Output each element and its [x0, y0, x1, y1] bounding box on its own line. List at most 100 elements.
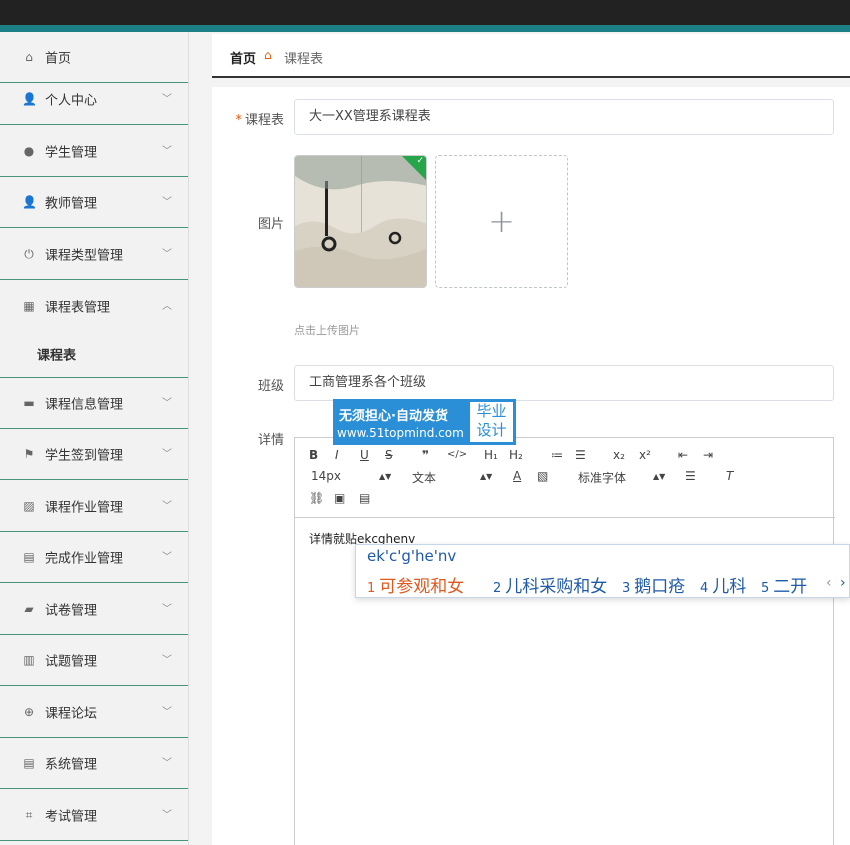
- course-label: * 课程表: [235, 113, 284, 128]
- document-icon: ▤: [23, 756, 35, 770]
- sidebar-item-student-management[interactable]: ● 学生管理 ﹀: [0, 126, 188, 177]
- sidebar-item-attendance-management[interactable]: ⚑ 学生签到管理 ﹀: [0, 429, 188, 480]
- sidebar-item-course-forum[interactable]: ⊕ 课程论坛 ﹀: [0, 687, 188, 738]
- sidebar-item-label: 课程类型管理: [45, 248, 124, 264]
- grid-icon: ▦: [23, 298, 35, 313]
- ime-candidate[interactable]: 3 鹅口疮: [622, 572, 685, 597]
- ime-candidate[interactable]: 2 儿科采购和女: [493, 572, 607, 597]
- link-icon[interactable]: ⛓: [309, 491, 324, 505]
- sidebar-item-schedule-management[interactable]: ▦ 课程表管理 ︿: [0, 280, 188, 331]
- plus-icon: +: [488, 201, 515, 240]
- rich-text-editor[interactable]: B I U S ❞ </> H₁ H₂ ≔ ☰ x₂ x² ⇤ ⇥ 14px ▲…: [294, 437, 835, 845]
- chevron-down-icon: ﹀: [162, 449, 172, 460]
- image-icon[interactable]: ▣: [334, 491, 345, 505]
- font-color-icon[interactable]: A: [513, 469, 521, 483]
- sidebar-subitem-schedule[interactable]: 课程表: [0, 330, 188, 378]
- breadcrumb-current: 课程表: [284, 52, 324, 67]
- sidebar-item-system-management[interactable]: ▤ 系统管理 ﹀: [0, 738, 188, 789]
- chevron-down-icon: ﹀: [162, 552, 172, 563]
- home-icon: ⌂: [25, 50, 33, 64]
- italic-button[interactable]: I: [335, 448, 339, 462]
- ime-candidate[interactable]: 1 可参观和女: [367, 572, 464, 597]
- chevron-down-icon: ﹀: [162, 758, 172, 769]
- heading1-button[interactable]: H₁: [484, 448, 498, 462]
- text-type-select[interactable]: 文本: [412, 469, 436, 486]
- image-upload-button[interactable]: +: [435, 155, 568, 288]
- chart-icon: ▨: [23, 499, 35, 513]
- heading2-button[interactable]: H₂: [509, 448, 523, 462]
- chevron-down-icon: ﹀: [162, 604, 172, 615]
- sidebar: ⌂ 首页 👤 个人中心 ﹀ ● 学生管理 ﹀ 👤 教师管理 ﹀ ⏻ 课程类型管理…: [0, 32, 189, 845]
- promo-badge: 毕业 设计: [470, 402, 513, 442]
- upload-hint: 点击上传图片: [294, 324, 360, 337]
- chevron-down-icon: ﹀: [162, 707, 172, 718]
- updown-caret-icon: ▲▼: [653, 472, 666, 481]
- sidebar-item-teacher-management[interactable]: 👤 教师管理 ﹀: [0, 177, 188, 228]
- editor-toolbar: B I U S ❞ </> H₁ H₂ ≔ ☰ x₂ x² ⇤ ⇥ 14px ▲…: [295, 438, 835, 518]
- background-color-icon[interactable]: ▧: [537, 469, 548, 483]
- teacher-icon: 👤: [22, 195, 37, 209]
- ime-next-icon[interactable]: ›: [840, 575, 846, 591]
- sidebar-subitem-label: 课程表: [37, 348, 77, 363]
- sidebar-item-exam-management[interactable]: ⌗ 考试管理 ﹀: [0, 790, 188, 841]
- uploaded-image-thumbnail[interactable]: ✓: [294, 155, 427, 288]
- sidebar-item-label: 课程论坛: [45, 706, 98, 722]
- breadcrumb-home[interactable]: 首页: [230, 48, 256, 67]
- chevron-down-icon: ﹀: [162, 249, 172, 260]
- sidebar-item-label: 教师管理: [45, 196, 98, 212]
- detail-label: 详情: [257, 433, 284, 448]
- chevron-up-icon: ︿: [162, 300, 172, 312]
- ime-candidate[interactable]: 4 儿科: [700, 572, 746, 597]
- sidebar-item-label: 试卷管理: [45, 603, 98, 619]
- blockquote-button[interactable]: ❞: [422, 448, 429, 462]
- chevron-down-icon: ﹀: [162, 501, 172, 512]
- sidebar-item-completed-homework-management[interactable]: ▤ 完成作业管理 ﹀: [0, 532, 188, 583]
- promo-banner: 无须担心·自动发货 www.51topmind.com 毕业 设计: [333, 399, 516, 445]
- sidebar-item-label: 首页: [45, 51, 72, 67]
- clipboard-icon: ▤: [23, 550, 35, 564]
- clear-format-icon[interactable]: T: [726, 469, 733, 483]
- outdent-button[interactable]: ⇤: [678, 448, 688, 462]
- updown-caret-icon: ▲▼: [379, 472, 392, 481]
- course-name-input[interactable]: 大一XX管理系课程表: [294, 99, 834, 135]
- sidebar-item-label: 课程作业管理: [45, 500, 124, 516]
- video-icon[interactable]: ▤: [359, 491, 370, 505]
- superscript-button[interactable]: x²: [639, 448, 651, 462]
- sidebar-item-course-type-management[interactable]: ⏻ 课程类型管理 ﹀: [0, 229, 188, 280]
- sidebar-item-personal-center[interactable]: 👤 个人中心 ﹀: [0, 74, 188, 125]
- bullet-list-button[interactable]: ☰: [575, 448, 586, 462]
- promo-badge-line2: 设计: [476, 421, 507, 439]
- sign-icon: ▥: [23, 653, 35, 667]
- user-icon: 👤: [22, 92, 37, 106]
- ordered-list-button[interactable]: ≔: [551, 448, 563, 462]
- chevron-down-icon: ﹀: [162, 197, 172, 208]
- sidebar-item-course-info-management[interactable]: ▬ 课程信息管理 ﹀: [0, 378, 188, 429]
- chevron-down-icon: ﹀: [162, 398, 172, 409]
- required-mark: *: [235, 113, 242, 128]
- sidebar-item-label: 考试管理: [45, 809, 98, 825]
- indent-button[interactable]: ⇥: [703, 448, 713, 462]
- top-bar-accent: [0, 25, 850, 32]
- bold-button[interactable]: B: [309, 448, 318, 462]
- top-bar: [0, 0, 850, 25]
- sidebar-item-question-management[interactable]: ▥ 试题管理 ﹀: [0, 635, 188, 686]
- code-block-button[interactable]: </>: [447, 449, 467, 460]
- sidebar-item-label: 个人中心: [45, 93, 98, 109]
- ime-prev-icon[interactable]: ‹: [826, 575, 832, 591]
- crop-icon: ⌗: [25, 808, 33, 822]
- sidebar-item-exam-paper-management[interactable]: ▰ 试卷管理 ﹀: [0, 584, 188, 635]
- sidebar-item-homework-management[interactable]: ▨ 课程作业管理 ﹀: [0, 481, 188, 532]
- chevron-down-icon: ﹀: [162, 810, 172, 821]
- promo-badge-line1: 毕业: [476, 402, 507, 420]
- underline-button[interactable]: U: [360, 448, 369, 462]
- class-input[interactable]: 工商管理系各个班级: [294, 365, 834, 401]
- align-icon[interactable]: ☰: [685, 469, 696, 483]
- strike-button[interactable]: S: [385, 448, 393, 462]
- sidebar-item-label: 学生管理: [45, 145, 98, 161]
- ime-candidate[interactable]: 5 二开: [761, 572, 807, 597]
- subscript-button[interactable]: x₂: [613, 448, 625, 462]
- font-family-select[interactable]: 标准字体: [578, 469, 626, 486]
- font-size-select[interactable]: 14px: [311, 469, 341, 483]
- promo-text-block: 无须担心·自动发货 www.51topmind.com: [336, 402, 466, 442]
- ime-composition: ek'c'g'he'nv: [367, 547, 457, 565]
